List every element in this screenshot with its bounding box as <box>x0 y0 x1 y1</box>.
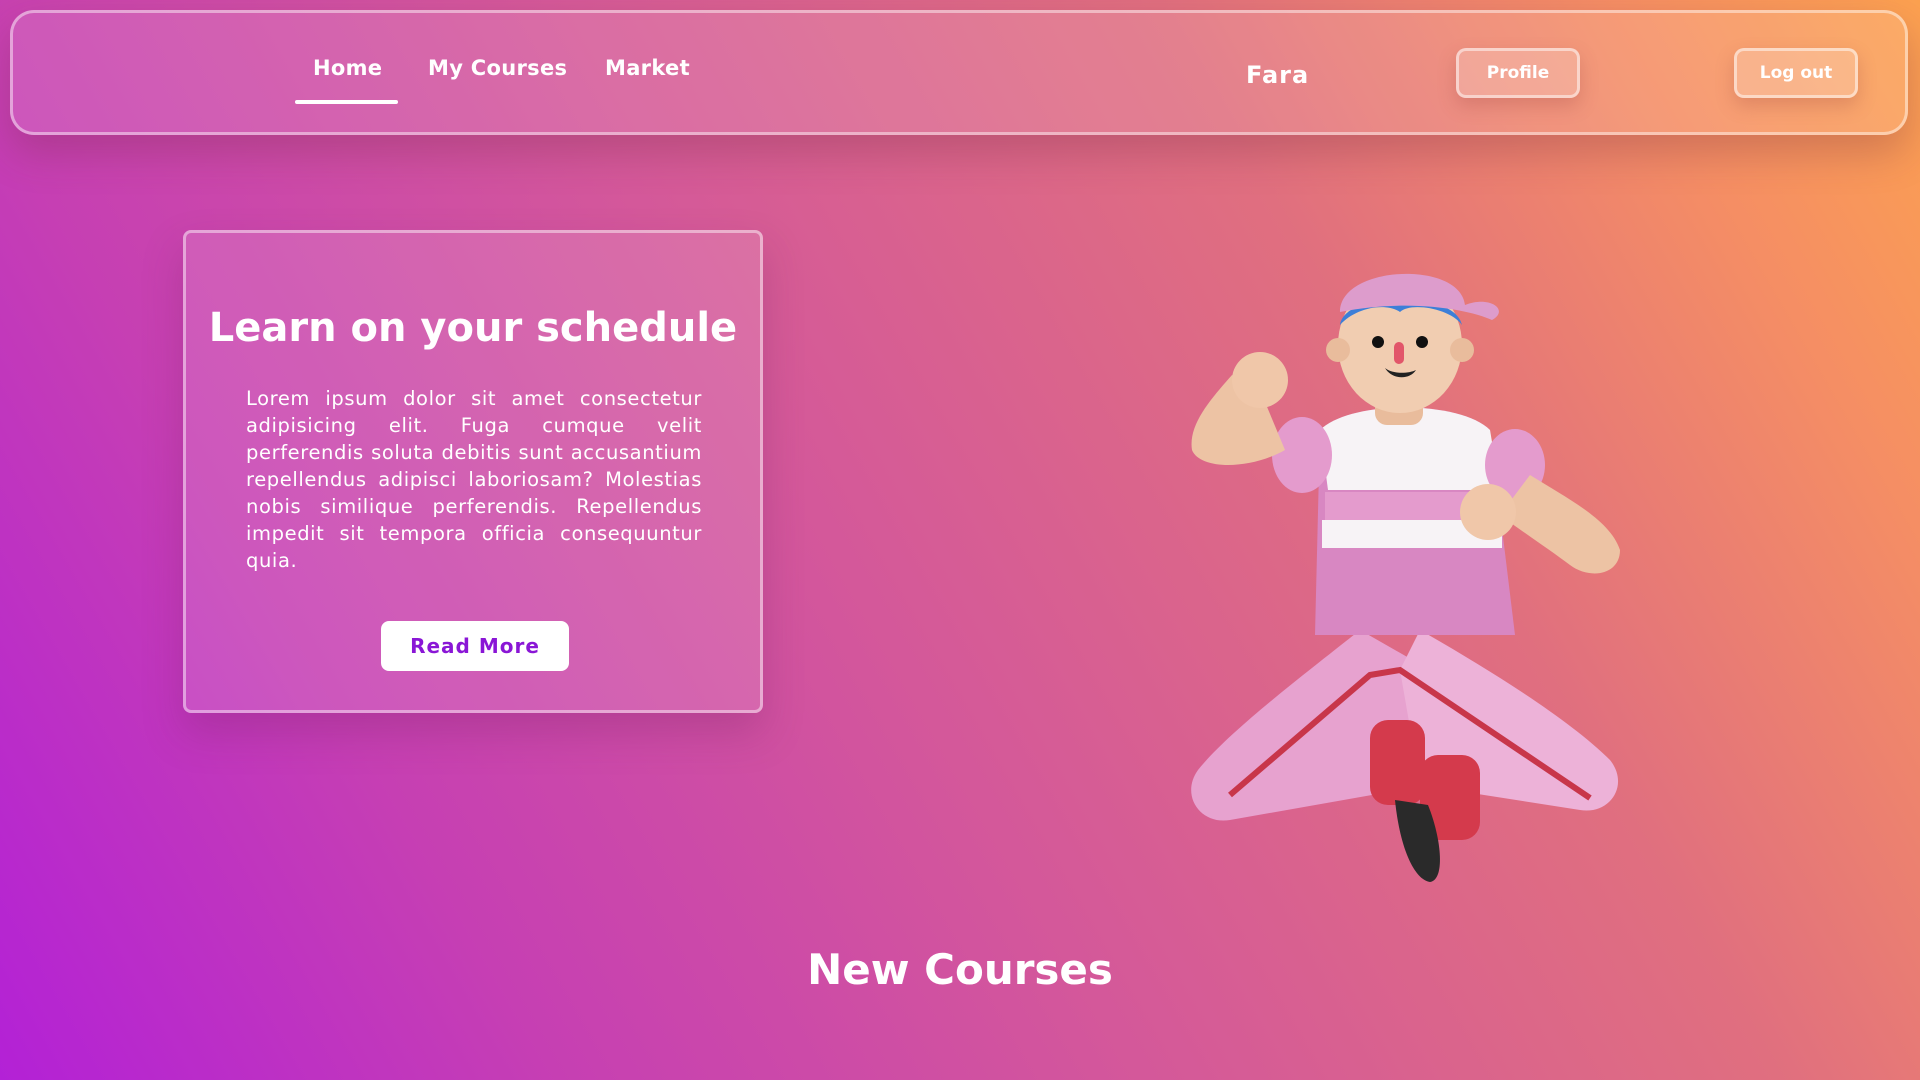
hero-title: Learn on your schedule <box>208 305 738 351</box>
logout-button[interactable]: Log out <box>1734 48 1858 98</box>
active-nav-indicator <box>295 100 398 104</box>
nav-link-market[interactable]: Market <box>605 56 690 80</box>
hero-card: Learn on your schedule Lorem ipsum dolor… <box>183 230 763 713</box>
new-courses-heading: New Courses <box>807 945 1113 994</box>
top-navbar: Home My Courses Market Fara Profile Log … <box>10 10 1908 135</box>
nav-link-home[interactable]: Home <box>313 56 382 80</box>
hero-description: Lorem ipsum dolor sit amet consectetur a… <box>246 387 702 572</box>
read-more-button[interactable]: Read More <box>381 621 569 671</box>
hero-character-illustration <box>1191 273 1620 882</box>
user-name: Fara <box>1246 61 1310 89</box>
profile-button[interactable]: Profile <box>1456 48 1580 98</box>
nav-link-my-courses[interactable]: My Courses <box>428 56 567 80</box>
